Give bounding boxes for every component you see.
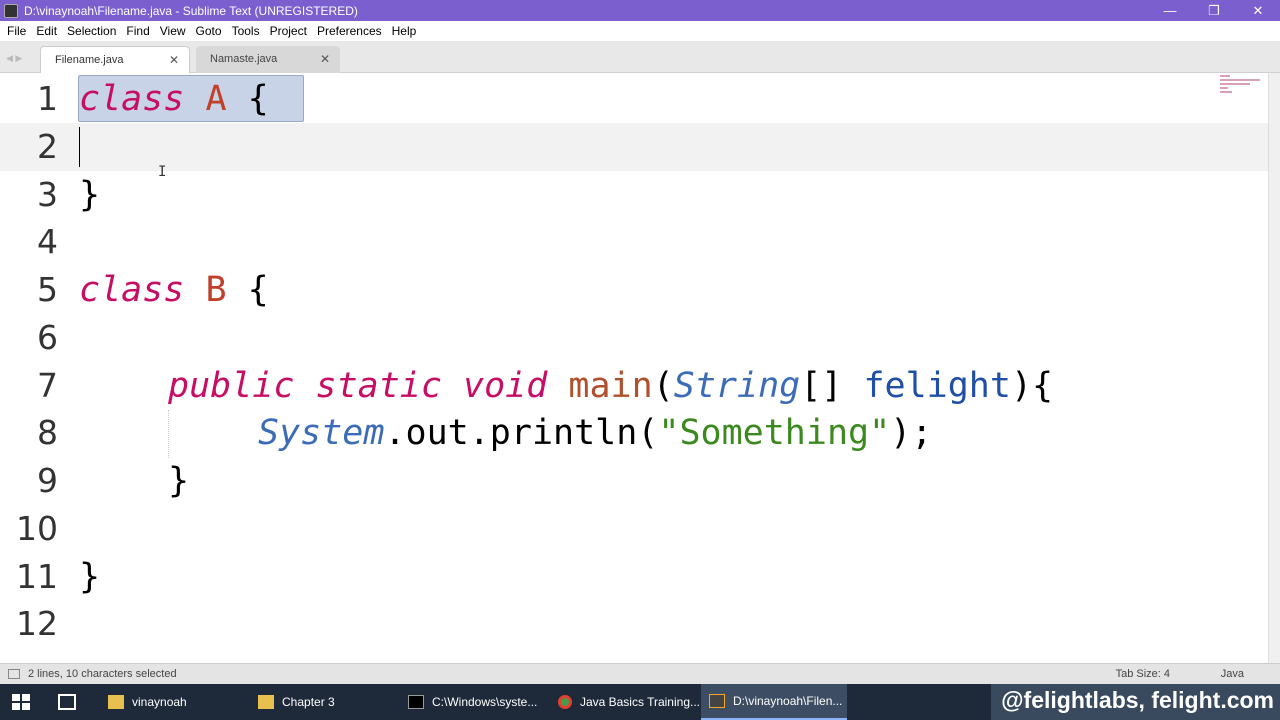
menu-selection[interactable]: Selection xyxy=(62,24,121,38)
code-line-5: class B { xyxy=(79,266,269,314)
taskbar-label: vinaynoah xyxy=(132,695,187,709)
modifier: static xyxy=(315,366,442,406)
sublime-app-icon xyxy=(4,3,18,18)
code-line-7: public static void main(String[] felight… xyxy=(168,362,1053,410)
cmd-icon xyxy=(408,695,424,709)
punctuation: ( xyxy=(652,366,674,406)
punctuation: [] xyxy=(800,366,864,406)
modifier: public xyxy=(168,366,295,406)
taskbar-label: Chapter 3 xyxy=(282,695,335,709)
window-title: D:\vinaynoah\Filename.java - Sublime Tex… xyxy=(24,3,358,18)
punctuation: ){ xyxy=(1010,366,1054,406)
tab-bar: ◀ ▶ Filename.java ✕ Namaste.java ✕ xyxy=(0,41,1280,73)
keyword: class xyxy=(79,270,185,310)
line-number: 11 xyxy=(16,557,58,596)
menu-goto[interactable]: Goto xyxy=(191,24,227,38)
code-line-11: } xyxy=(79,557,101,597)
taskbar-label: Java Basics Training... xyxy=(579,695,700,709)
code-editor[interactable]: 1 2 3 4 5 6 7 8 9 10 11 12 class A { } c… xyxy=(0,73,1280,663)
type-name: System xyxy=(258,413,385,453)
chrome-icon xyxy=(558,695,572,709)
tab-filename-java[interactable]: Filename.java ✕ xyxy=(40,46,190,73)
code-line-3: } xyxy=(79,175,101,215)
menu-edit[interactable]: Edit xyxy=(31,24,62,38)
close-button[interactable]: ✕ xyxy=(1236,0,1280,21)
line-number: 4 xyxy=(37,222,58,261)
brace: { xyxy=(247,270,269,310)
code-line-1: class A { xyxy=(79,75,269,123)
status-left: 2 lines, 10 characters selected xyxy=(8,668,177,680)
folder-icon xyxy=(258,695,274,709)
string-literal: "Something" xyxy=(658,413,891,453)
punctuation: ); xyxy=(890,413,933,453)
tab-label: Filename.java xyxy=(55,54,124,66)
sublime-icon xyxy=(709,694,725,708)
task-view-icon[interactable] xyxy=(58,694,76,710)
text-caret xyxy=(79,127,80,167)
menu-project[interactable]: Project xyxy=(265,24,312,38)
class-name: A xyxy=(205,79,227,119)
taskbar-item-sublime[interactable]: D:\vinaynoah\Filen... xyxy=(701,684,847,720)
taskbar-label: C:\Windows\syste... xyxy=(432,695,538,709)
folder-icon xyxy=(108,695,124,709)
minimap[interactable] xyxy=(1220,75,1264,105)
menu-help[interactable]: Help xyxy=(387,24,422,38)
title-bar: D:\vinaynoah\Filename.java - Sublime Tex… xyxy=(0,0,1280,21)
minimize-button[interactable]: — xyxy=(1148,0,1192,21)
tab-navigation-arrows-icon[interactable]: ◀ ▶ xyxy=(6,53,22,64)
brace: { xyxy=(247,79,269,119)
tab-label: Namaste.java xyxy=(210,53,278,65)
line-number: 3 xyxy=(37,175,58,214)
menu-file[interactable]: File xyxy=(2,24,31,38)
status-bar: 2 lines, 10 characters selected Tab Size… xyxy=(0,663,1280,684)
vertical-scrollbar[interactable] xyxy=(1268,73,1280,663)
line-number: 5 xyxy=(37,270,58,309)
line-number: 6 xyxy=(37,318,58,357)
line-number: 8 xyxy=(37,413,58,452)
watermark-text: @felightlabs, felight.com xyxy=(991,684,1280,720)
line-number: 9 xyxy=(37,461,58,500)
taskbar-item-vinaynoah[interactable]: vinaynoah xyxy=(100,684,248,720)
line-number: 12 xyxy=(16,604,58,643)
keyword: class xyxy=(79,79,185,119)
windows-taskbar: vinaynoah Chapter 3 C:\Windows\syste... … xyxy=(0,684,1280,720)
indent-guide xyxy=(168,410,169,458)
tab-close-icon[interactable]: ✕ xyxy=(169,53,179,67)
type-name: String xyxy=(673,366,801,406)
menu-find[interactable]: Find xyxy=(121,24,154,38)
tab-close-icon[interactable]: ✕ xyxy=(320,52,330,66)
tab-size-indicator[interactable]: Tab Size: 4 xyxy=(1116,668,1170,680)
line-number: 2 xyxy=(37,127,58,166)
line-number: 10 xyxy=(16,509,58,548)
taskbar-item-cmd[interactable]: C:\Windows\syste... xyxy=(400,684,550,720)
taskbar-label: D:\vinaynoah\Filen... xyxy=(733,694,843,708)
line-number: 1 xyxy=(37,79,58,118)
method-name: main xyxy=(568,366,653,406)
keyword: void xyxy=(463,366,548,406)
windows-start-icon[interactable] xyxy=(12,694,30,710)
syntax-indicator[interactable]: Java xyxy=(1221,668,1244,680)
menu-view[interactable]: View xyxy=(155,24,191,38)
current-line-highlight xyxy=(0,123,1268,171)
code-line-9: } xyxy=(168,461,190,501)
code-line-8: System.out.println("Something"); xyxy=(258,409,932,457)
tab-namaste-java[interactable]: Namaste.java ✕ xyxy=(196,46,340,73)
punctuation: .out.println( xyxy=(384,413,659,453)
taskbar-item-chapter3[interactable]: Chapter 3 xyxy=(250,684,398,720)
ibeam-cursor-icon: I xyxy=(158,164,167,180)
class-name: B xyxy=(205,270,227,310)
line-number: 7 xyxy=(37,366,58,405)
panel-toggle-icon[interactable] xyxy=(8,669,20,679)
restore-button[interactable]: ❐ xyxy=(1192,0,1236,21)
parameter-name: felight xyxy=(863,366,1011,406)
menu-bar: File Edit Selection Find View Goto Tools… xyxy=(0,21,1280,41)
menu-preferences[interactable]: Preferences xyxy=(312,24,387,38)
menu-tools[interactable]: Tools xyxy=(227,24,265,38)
taskbar-item-chrome[interactable]: Java Basics Training... xyxy=(550,684,700,720)
selection-status: 2 lines, 10 characters selected xyxy=(28,668,177,680)
